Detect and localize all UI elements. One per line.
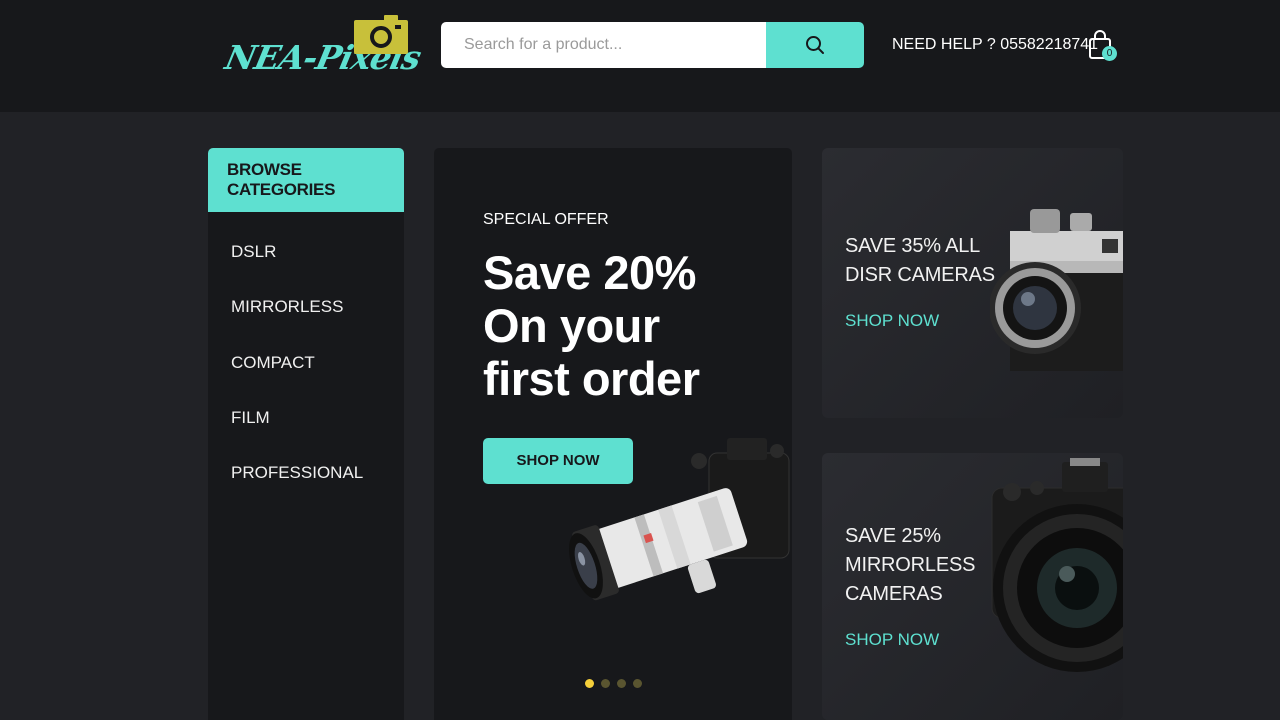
promo-card-film-cameras[interactable]: SAVE 35% ALL DISR CAMERAS SHOP NOW bbox=[822, 148, 1123, 418]
promo-card-mirrorless-cameras[interactable]: SAVE 25% MIRRORLESS CAMERAS SHOP NOW bbox=[822, 453, 1123, 720]
carousel-dot[interactable] bbox=[633, 679, 642, 688]
promo-title-line: MIRRORLESS bbox=[845, 554, 976, 576]
category-list: DSLR MIRRORLESS COMPACT FILM PROFESSIONA… bbox=[208, 212, 404, 518]
camera-telephoto-image bbox=[569, 438, 790, 601]
carousel-dots bbox=[585, 679, 642, 688]
hero-title-line: Save 20% bbox=[483, 246, 696, 299]
site-header: NEA-Pixels NEED HELP ? 05582218741 0 bbox=[0, 0, 1280, 112]
category-item-dslr[interactable]: DSLR bbox=[208, 242, 404, 297]
carousel-dot[interactable] bbox=[585, 679, 594, 688]
promo-shop-now-link[interactable]: SHOP NOW bbox=[845, 311, 939, 331]
hero-kicker: SPECIAL OFFER bbox=[483, 211, 609, 228]
cart-count-badge: 0 bbox=[1102, 46, 1117, 61]
promo-title: SAVE 35% ALL DISR CAMERAS bbox=[845, 232, 1005, 290]
carousel-dot[interactable] bbox=[601, 679, 610, 688]
promo-title-line: SAVE 35% ALL bbox=[845, 235, 981, 257]
promo-shop-now-link[interactable]: SHOP NOW bbox=[845, 630, 939, 650]
mirrorless-camera-image bbox=[991, 458, 1123, 672]
category-item-film[interactable]: FILM bbox=[208, 408, 404, 463]
search-icon bbox=[806, 36, 824, 54]
hero-title-line: On your bbox=[483, 299, 660, 352]
hero-banner: SPECIAL OFFER Save 20% On your first ord… bbox=[434, 148, 792, 720]
help-phone: NEED HELP ? 05582218741 bbox=[892, 36, 1099, 53]
promo-title: SAVE 25% MIRRORLESS CAMERAS bbox=[845, 522, 1005, 609]
cart-button[interactable]: 0 bbox=[1088, 30, 1118, 64]
camera-logo-icon bbox=[354, 15, 408, 54]
categories-sidebar: BROWSE CATEGORIES DSLR MIRRORLESS COMPAC… bbox=[208, 148, 404, 720]
promo-title-line: SAVE 25% bbox=[845, 525, 941, 547]
carousel-dot[interactable] bbox=[617, 679, 626, 688]
promo-title-line: CAMERAS bbox=[845, 583, 943, 605]
search-input[interactable] bbox=[441, 22, 766, 68]
rangefinder-camera-image bbox=[990, 209, 1123, 371]
category-item-compact[interactable]: COMPACT bbox=[208, 353, 404, 408]
category-item-professional[interactable]: PROFESSIONAL bbox=[208, 463, 404, 518]
hero-title: Save 20% On your first order bbox=[483, 246, 783, 405]
hero-title-line: first order bbox=[483, 352, 700, 405]
categories-heading: BROWSE CATEGORIES bbox=[208, 148, 404, 212]
search-button[interactable] bbox=[766, 22, 864, 68]
logo[interactable]: NEA-Pixels bbox=[222, 12, 424, 82]
category-item-mirrorless[interactable]: MIRRORLESS bbox=[208, 297, 404, 352]
search-bar bbox=[441, 22, 864, 68]
promo-title-line: DISR CAMERAS bbox=[845, 264, 995, 286]
